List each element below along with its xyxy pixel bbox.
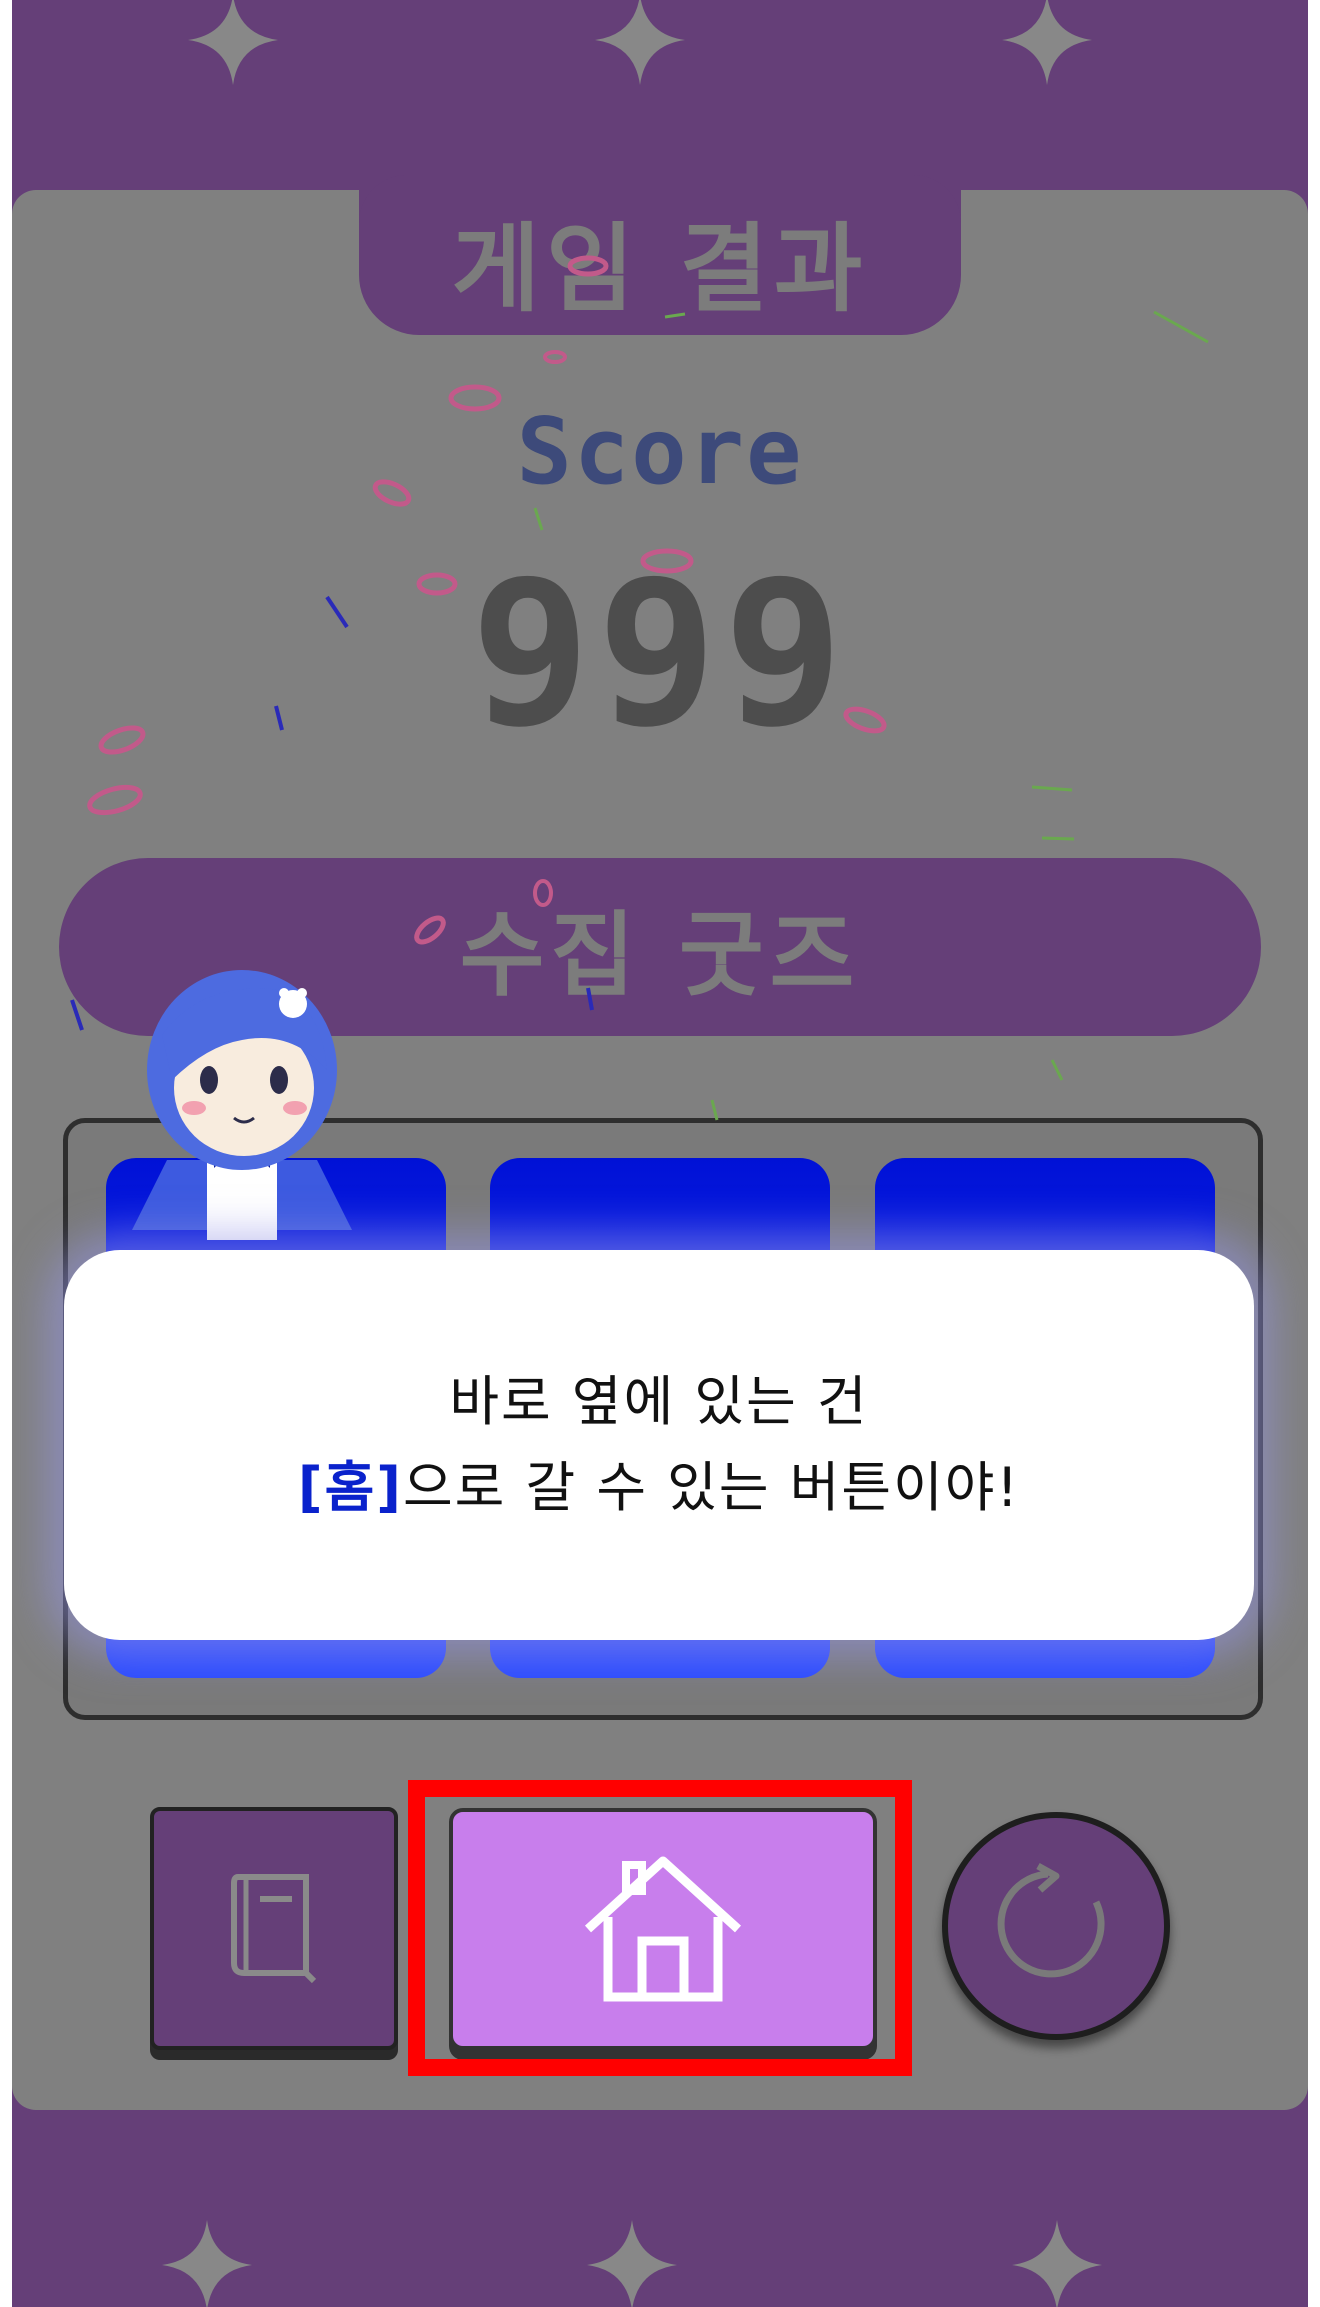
retry-button[interactable] bbox=[942, 1812, 1170, 2040]
collection-book-button[interactable] bbox=[150, 1807, 398, 2050]
title-tab: 게임 결과 bbox=[359, 185, 961, 335]
dialog-line-2-text: 으로 갈 수 있는 버튼이야! bbox=[402, 1456, 1021, 1519]
dialog-line-1: 바로 옆에 있는 건 bbox=[449, 1370, 869, 1433]
score-label: Score bbox=[516, 398, 804, 505]
page-title: 게임 결과 bbox=[451, 212, 869, 325]
sparkle-icon bbox=[1012, 2220, 1102, 2307]
sparkle-icon bbox=[188, 0, 278, 85]
book-icon bbox=[231, 1874, 317, 1984]
game-screen: 게임 결과 Score 999 수집 굿즈 바로 옆에 있는 건 [홈]으로 갈… bbox=[12, 0, 1308, 2307]
sparkle-icon bbox=[1002, 0, 1092, 85]
guide-character bbox=[132, 970, 352, 1240]
dialog-line-2: [홈]으로 갈 수 있는 버튼이야! bbox=[298, 1445, 1020, 1531]
tutorial-dialog[interactable]: 바로 옆에 있는 건 [홈]으로 갈 수 있는 버튼이야! bbox=[64, 1250, 1254, 1640]
sparkle-icon bbox=[595, 0, 685, 85]
goods-title: 수집 굿즈 bbox=[459, 901, 861, 1009]
retry-icon bbox=[997, 1862, 1105, 1978]
dialog-highlight-home: [홈] bbox=[297, 1456, 403, 1519]
sparkle-icon bbox=[587, 2220, 677, 2307]
score-value: 999 bbox=[470, 538, 850, 771]
sparkle-icon bbox=[162, 2220, 252, 2307]
tutorial-highlight-frame bbox=[408, 1780, 912, 2076]
